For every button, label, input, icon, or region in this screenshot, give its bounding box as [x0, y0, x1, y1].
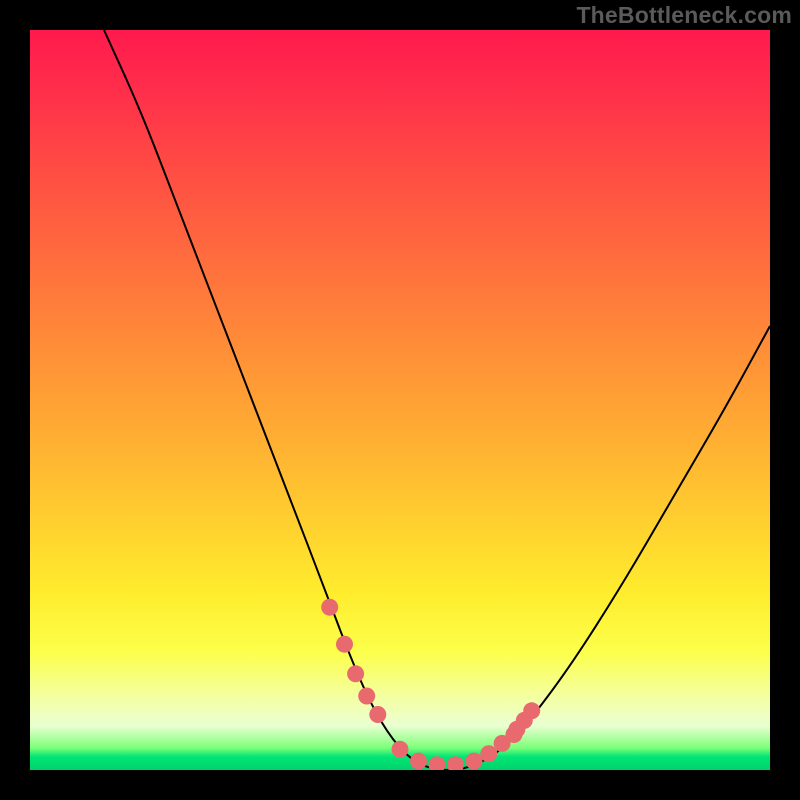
marker-dot — [347, 665, 364, 682]
highlight-markers — [321, 599, 540, 770]
marker-dot — [358, 688, 375, 705]
marker-dot — [410, 753, 427, 770]
bottleneck-curve — [104, 30, 770, 770]
marker-dot — [336, 636, 353, 653]
marker-dot — [480, 745, 497, 762]
watermark-text: TheBottleneck.com — [576, 2, 792, 29]
marker-dot — [466, 753, 483, 770]
curve-layer — [30, 30, 770, 770]
marker-dot — [447, 756, 464, 770]
chart-container: TheBottleneck.com — [0, 0, 800, 800]
marker-dot — [523, 702, 540, 719]
marker-dot — [392, 741, 409, 758]
plot-area — [30, 30, 770, 770]
marker-dot — [321, 599, 338, 616]
marker-dot — [429, 756, 446, 770]
marker-dot — [369, 706, 386, 723]
